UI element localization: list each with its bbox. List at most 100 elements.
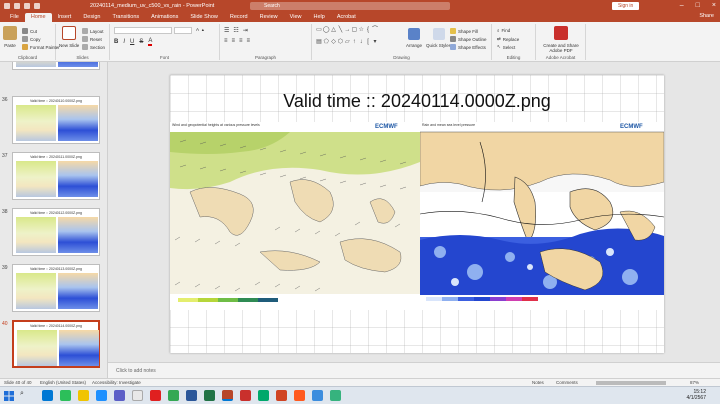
up-arrow-icon[interactable]: ↑ <box>351 39 357 50</box>
system-clock[interactable]: 15:12 4/1/2567 <box>687 389 706 401</box>
bracket-icon[interactable]: [ <box>365 39 371 50</box>
redo-icon[interactable] <box>34 3 40 9</box>
minimize-icon[interactable]: – <box>680 0 684 12</box>
font-name-box[interactable] <box>114 27 172 34</box>
save-icon[interactable] <box>14 3 20 9</box>
rain-map-image[interactable]: Rain and mean sea level pressure ECMWF <box>419 122 665 310</box>
select-button[interactable]: ↖ Select <box>497 44 515 50</box>
bullets-icon[interactable]: ☰ <box>224 27 229 34</box>
wind-map-image[interactable]: Wind and geopotential heights at various… <box>170 122 420 310</box>
taskbar-search-icon[interactable]: ⌕ <box>20 390 24 398</box>
layout-button[interactable]: Layout <box>82 28 104 34</box>
align-right-icon[interactable]: ≡ <box>239 38 243 44</box>
hexagon-icon[interactable]: ⬡ <box>337 39 343 50</box>
comments-toggle[interactable]: Comments <box>556 380 578 385</box>
align-center-icon[interactable]: ≡ <box>232 38 236 44</box>
teams-icon[interactable] <box>114 390 125 401</box>
justify-icon[interactable]: ≡ <box>247 38 251 44</box>
down-arrow-icon[interactable]: ↓ <box>358 39 364 50</box>
new-slide-button[interactable]: New Slide <box>59 26 79 48</box>
language-indicator[interactable]: English (United States) <box>40 380 86 385</box>
chrome-icon[interactable] <box>168 390 179 401</box>
reset-button[interactable]: Reset <box>82 36 102 42</box>
underline-icon[interactable]: U <box>130 39 134 45</box>
oval-icon[interactable]: ◯ <box>323 27 330 38</box>
curve-icon[interactable]: ⌒ <box>372 27 378 38</box>
store-icon[interactable] <box>132 390 143 401</box>
slide-title[interactable]: Valid time :: 20240114.0000Z.png <box>170 91 664 112</box>
grow-font-icon[interactable]: A ▲ <box>196 27 205 32</box>
diamond-icon[interactable]: ◇ <box>331 39 337 50</box>
star-icon[interactable]: ☆ <box>358 27 364 38</box>
slide-thumbnail[interactable]: Valid time :: 20240112.0000Z.png <box>12 208 100 256</box>
share-button[interactable]: Share <box>699 13 714 19</box>
zoom-slider[interactable] <box>596 381 666 385</box>
tab-home[interactable]: Home <box>24 13 52 22</box>
arrange-button[interactable]: Arrange <box>406 28 422 48</box>
quick-styles-button[interactable]: Quick Styles <box>426 28 451 48</box>
tab-design[interactable]: Design <box>77 13 106 22</box>
tab-insert[interactable]: Insert <box>52 13 78 22</box>
app-icon-2[interactable] <box>294 390 305 401</box>
paste-button[interactable]: Paste <box>3 26 17 48</box>
line-icon[interactable]: ╲ <box>337 27 343 38</box>
text-box-icon[interactable]: ▤ <box>316 39 322 50</box>
app-icon[interactable] <box>150 390 161 401</box>
slide-thumbnail[interactable]: Valid time :: 20240110.0000Z.png <box>12 96 100 144</box>
slide-canvas[interactable]: Valid time :: 20240114.0000Z.png Wind an… <box>170 75 665 353</box>
section-button[interactable]: Section <box>82 44 105 50</box>
shape-fill-button[interactable]: Shape Fill <box>450 28 478 34</box>
sign-in-button[interactable]: Sign in <box>612 2 640 10</box>
maximize-icon[interactable]: □ <box>696 0 700 12</box>
indent-icon[interactable]: ⇥ <box>243 27 248 34</box>
italic-icon[interactable]: I <box>123 39 125 45</box>
slide-thumbnail[interactable]: Valid time :: 20240111.0000Z.png <box>12 152 100 200</box>
app-icon-4[interactable] <box>330 390 341 401</box>
app-icon-3[interactable] <box>312 390 323 401</box>
format-painter-button[interactable]: Format Painter <box>22 44 60 50</box>
numbering-icon[interactable]: ☷ <box>233 27 238 34</box>
brace-icon[interactable]: { <box>365 27 371 38</box>
arrow-icon[interactable]: → <box>344 27 350 38</box>
tab-animations[interactable]: Animations <box>145 13 184 22</box>
font-size-box[interactable] <box>174 27 192 34</box>
tab-help[interactable]: Help <box>308 13 331 22</box>
rectangle-icon[interactable]: ▭ <box>316 27 322 38</box>
file-explorer-icon[interactable] <box>78 390 89 401</box>
excel-icon[interactable] <box>204 390 215 401</box>
more-shapes-icon[interactable]: ▾ <box>372 39 378 50</box>
tab-file[interactable]: File <box>4 13 25 22</box>
acrobat-icon[interactable] <box>240 390 251 401</box>
cut-button[interactable]: Cut <box>22 28 37 34</box>
zoom-level[interactable]: 87% <box>690 380 699 385</box>
line-app-icon[interactable] <box>258 390 269 401</box>
undo-icon[interactable] <box>24 3 30 9</box>
replace-button[interactable]: ⇄ Replace <box>497 36 519 42</box>
tab-view[interactable]: View <box>284 13 308 22</box>
copy-button[interactable]: Copy <box>22 36 41 42</box>
notes-pane[interactable]: Click to add notes <box>108 362 720 378</box>
slide-thumbnail[interactable] <box>12 62 100 70</box>
tab-review[interactable]: Review <box>254 13 284 22</box>
shapes-gallery[interactable]: ▭ ◯ △ ╲ → ▢ ☆{⌒ ▤ ⬠ ◇ ⬡ ▱ ↑ ↓[▾ <box>316 27 378 49</box>
tab-slide-show[interactable]: Slide Show <box>184 13 224 22</box>
strikethrough-icon[interactable]: S <box>139 39 143 45</box>
tab-record[interactable]: Record <box>224 13 254 22</box>
font-color-icon[interactable]: A <box>148 38 153 46</box>
autosave-icon[interactable] <box>4 3 10 9</box>
tab-acrobat[interactable]: Acrobat <box>331 13 362 22</box>
edge-icon[interactable] <box>42 390 53 401</box>
slide-thumbnail[interactable]: Valid time :: 20240113.0000Z.png <box>12 264 100 312</box>
pentagon-icon[interactable]: ⬠ <box>323 39 330 50</box>
mail-icon[interactable] <box>96 390 107 401</box>
office-icon[interactable] <box>276 390 287 401</box>
windows-start-icon[interactable] <box>4 391 14 401</box>
rounded-rectangle-icon[interactable]: ▢ <box>351 27 357 38</box>
powerpoint-icon[interactable] <box>222 390 233 401</box>
bold-icon[interactable]: B <box>114 39 118 45</box>
shape-effects-button[interactable]: Shape Effects <box>450 44 486 50</box>
callout-icon[interactable]: ▱ <box>344 39 350 50</box>
word-icon[interactable] <box>186 390 197 401</box>
close-icon[interactable]: × <box>712 0 716 12</box>
shape-outline-button[interactable]: Shape Outline <box>450 36 487 42</box>
